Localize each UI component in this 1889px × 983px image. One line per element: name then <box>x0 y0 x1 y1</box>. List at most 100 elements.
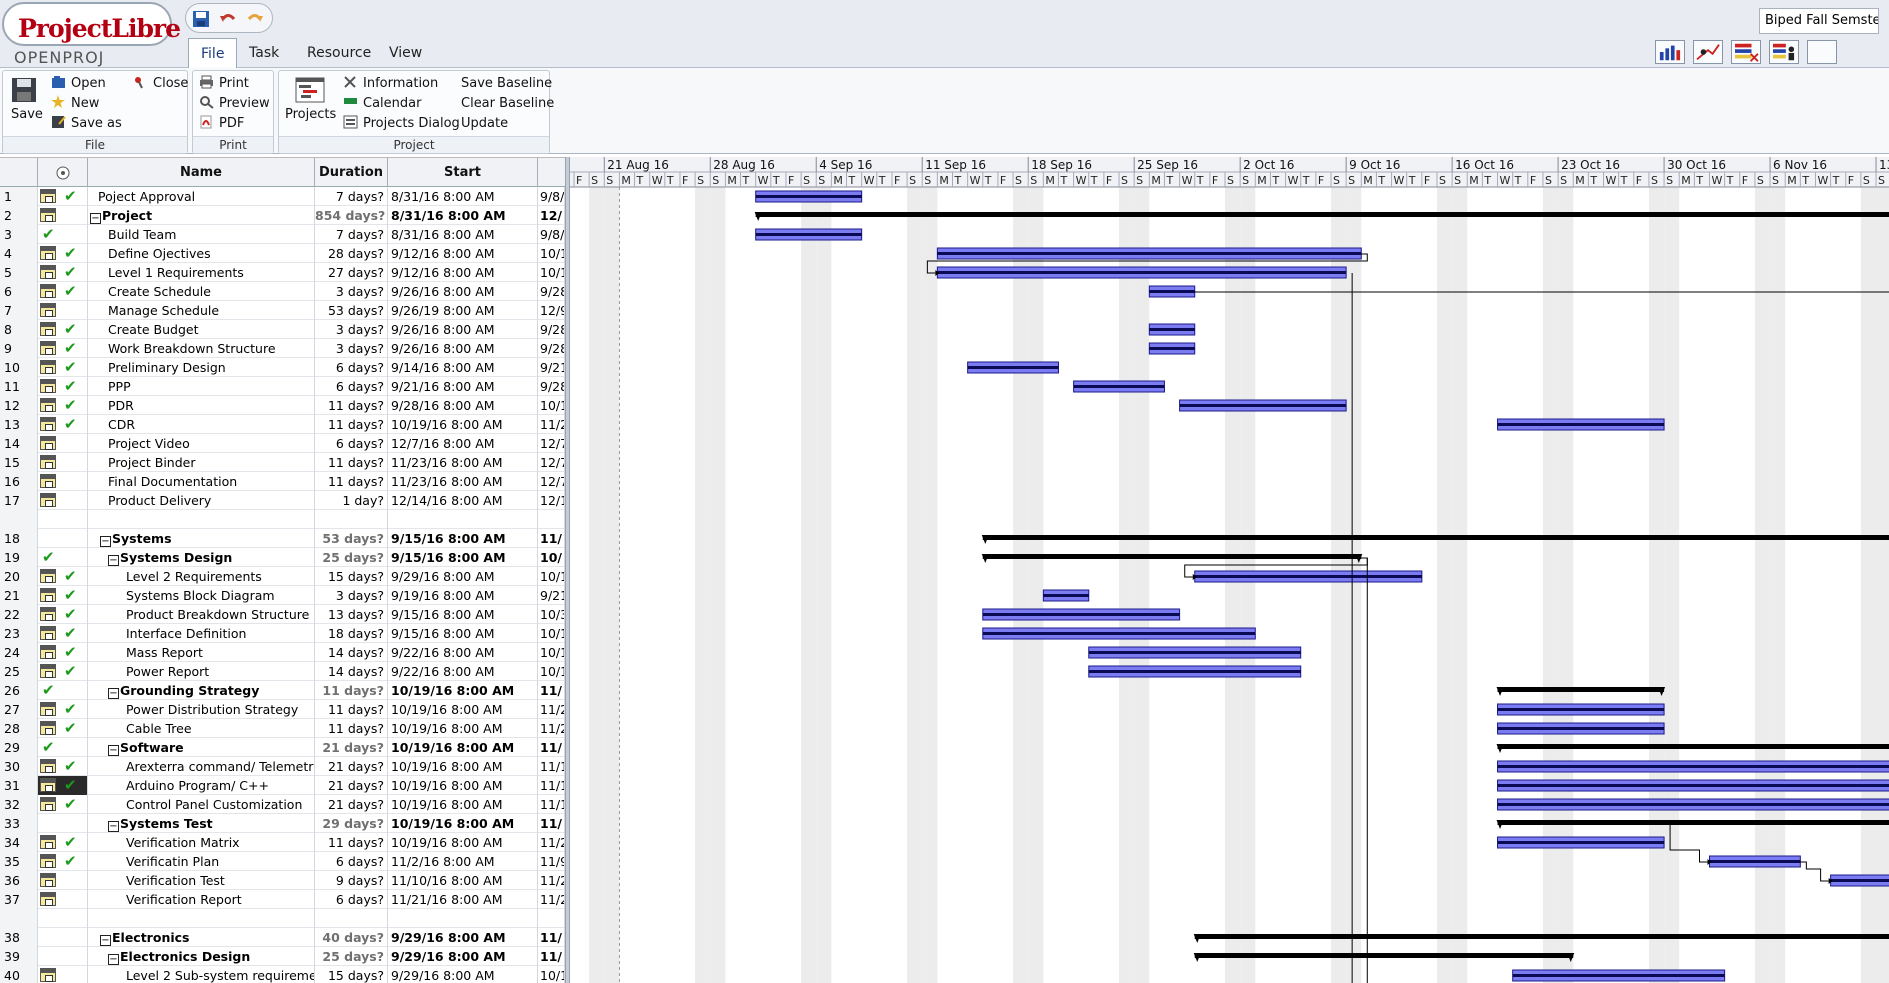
task-row[interactable]: 29 ✔ − Software 21 days? 10/19/16 8:00 AM 11/ <box>0 738 565 757</box>
task-row[interactable]: 17 Product Delivery 1 day? 12/14/16 8:00 AM… <box>0 491 565 510</box>
row-number[interactable]: 25 <box>0 662 38 681</box>
task-duration[interactable]: 11 days? <box>315 396 388 415</box>
task-name[interactable]: Level 2 Requirements <box>88 567 315 586</box>
task-row[interactable]: 3 ✔ Build Team 7 days? 8/31/16 8:00 AM 9/8/ <box>0 225 565 244</box>
task-duration[interactable]: 13 days? <box>315 605 388 624</box>
header-finish[interactable] <box>538 158 565 188</box>
task-finish[interactable]: 11/ <box>538 529 565 548</box>
row-number[interactable]: 28 <box>0 719 38 738</box>
task-row[interactable]: 1 ✔ Poject Approval 7 days? 8/31/16 8:00 AM 9… <box>0 187 565 206</box>
row-number[interactable]: 26 <box>0 681 38 700</box>
row-number[interactable]: 1 <box>0 187 38 206</box>
task-start[interactable]: 11/2/16 8:00 AM <box>388 852 538 871</box>
task-row[interactable]: 40 Level 2 Sub-system requirement 15 days?… <box>0 966 565 983</box>
task-name[interactable]: − Systems Design <box>88 548 315 567</box>
task-name[interactable]: Poject Approval <box>88 187 315 206</box>
task-row[interactable]: 32 ✔ Control Panel Customization 21 days? 10… <box>0 795 565 814</box>
charts-view-icon[interactable] <box>1693 40 1723 64</box>
task-row[interactable]: 8 ✔ Create Budget 3 days? 9/26/16 8:00 AM 9/2… <box>0 320 565 339</box>
resource-usage-view-icon[interactable] <box>1769 40 1799 64</box>
task-row[interactable]: 13 ✔ CDR 11 days?10/19/16 8:00 AM11/2 <box>0 415 565 434</box>
task-finish[interactable]: 9/8/ <box>538 187 565 206</box>
task-start[interactable]: 11/23/16 8:00 AM <box>388 472 538 491</box>
task-name[interactable]: Work Breakdown Structure <box>88 339 315 358</box>
pdf-button[interactable]: PDF <box>199 114 244 134</box>
task-finish[interactable]: 11/2 <box>538 871 565 890</box>
task-duration[interactable]: 7 days? <box>315 187 388 206</box>
task-duration[interactable]: 28 days? <box>315 244 388 263</box>
task-start[interactable]: 10/19/16 8:00 AM <box>388 415 538 434</box>
task-name[interactable]: Verification Report <box>88 890 315 909</box>
task-name[interactable]: Verification Matrix <box>88 833 315 852</box>
task-finish[interactable]: 10/1 <box>538 966 565 983</box>
save-button[interactable]: Save <box>7 75 43 123</box>
row-number[interactable]: 9 <box>0 339 38 358</box>
row-number[interactable]: 33 <box>0 814 38 833</box>
task-start[interactable]: 9/15/16 8:00 AM <box>388 605 538 624</box>
task-name[interactable]: PPP <box>88 377 315 396</box>
task-finish[interactable]: 11/2 <box>538 415 565 434</box>
task-duration[interactable]: 11 days? <box>315 453 388 472</box>
task-start[interactable] <box>388 909 538 928</box>
task-finish[interactable]: 9/21 <box>538 358 565 377</box>
task-start[interactable]: 9/14/16 8:00 AM <box>388 358 538 377</box>
row-number[interactable]: 21 <box>0 586 38 605</box>
task-finish[interactable]: 11/2 <box>538 700 565 719</box>
task-finish[interactable]: 11/ <box>538 814 565 833</box>
task-start[interactable]: 12/7/16 8:00 AM <box>388 434 538 453</box>
tab-file[interactable]: File <box>188 38 238 68</box>
task-finish[interactable]: 11/ <box>538 738 565 757</box>
task-name[interactable]: Cable Tree <box>88 719 315 738</box>
no-sub-view-icon[interactable] <box>1807 40 1837 64</box>
row-number[interactable]: 5 <box>0 263 38 282</box>
task-name[interactable]: Power Report <box>88 662 315 681</box>
task-start[interactable]: 9/21/16 8:00 AM <box>388 377 538 396</box>
task-start[interactable] <box>388 510 538 529</box>
task-name[interactable]: Project Binder <box>88 453 315 472</box>
task-start[interactable]: 9/29/16 8:00 AM <box>388 567 538 586</box>
tab-view[interactable]: View <box>377 38 434 68</box>
task-usage-view-icon[interactable] <box>1731 40 1761 64</box>
task-duration[interactable]: 29 days? <box>315 814 388 833</box>
task-start[interactable]: 9/26/19 8:00 AM <box>388 301 538 320</box>
task-duration[interactable]: 3 days? <box>315 320 388 339</box>
task-row[interactable]: 18− Systems 53 days? 9/15/16 8:00 AM 11/ <box>0 529 565 548</box>
row-number[interactable]: 17 <box>0 491 38 510</box>
row-number[interactable]: 32 <box>0 795 38 814</box>
row-number[interactable]: 3 <box>0 225 38 244</box>
row-number[interactable]: 18 <box>0 529 38 548</box>
row-number[interactable] <box>0 909 38 928</box>
task-finish[interactable]: 9/21 <box>538 586 565 605</box>
task-row[interactable]: 37 Verification Report 6 days? 11/21/16 8:0… <box>0 890 565 909</box>
blank-row[interactable] <box>0 909 565 928</box>
task-duration[interactable]: 18 days? <box>315 624 388 643</box>
tab-task[interactable]: Task <box>237 38 291 68</box>
save-icon[interactable] <box>192 10 210 28</box>
task-duration[interactable]: 9 days? <box>315 871 388 890</box>
task-finish[interactable]: 9/28 <box>538 377 565 396</box>
task-name[interactable]: Control Panel Customization <box>88 795 315 814</box>
row-number[interactable]: 2 <box>0 206 38 225</box>
header-duration[interactable]: Duration <box>315 158 388 188</box>
task-start[interactable]: 9/22/16 8:00 AM <box>388 662 538 681</box>
undo-icon[interactable] <box>219 10 237 28</box>
task-row[interactable]: 22 ✔ Product Breakdown Structure 13 days? 9/… <box>0 605 565 624</box>
task-row[interactable]: 31 ✔ Arduino Program/ C++ 21 days? 10/19/16 … <box>0 776 565 795</box>
save-baseline-button[interactable]: Save Baseline <box>461 74 552 94</box>
collapse-toggle-icon[interactable]: − <box>108 555 119 566</box>
task-duration[interactable]: 21 days? <box>315 795 388 814</box>
task-duration[interactable]: 14 days? <box>315 643 388 662</box>
task-duration[interactable]: 25 days? <box>315 548 388 567</box>
collapse-toggle-icon[interactable]: − <box>108 745 119 756</box>
task-duration[interactable]: 6 days? <box>315 434 388 453</box>
task-finish[interactable]: 11/ <box>538 928 565 947</box>
task-row[interactable]: 10 ✔ Preliminary Design 6 days? 9/14/16 8:00… <box>0 358 565 377</box>
projects-dialog-button[interactable]: Projects Dialog <box>343 114 460 134</box>
task-finish[interactable]: 9/28 <box>538 282 565 301</box>
task-row[interactable]: 7 Manage Schedule 53 days? 9/26/19 8:00 AM 1… <box>0 301 565 320</box>
row-number[interactable]: 11 <box>0 377 38 396</box>
task-finish[interactable]: 11/ <box>538 947 565 966</box>
row-number[interactable]: 20 <box>0 567 38 586</box>
task-row[interactable]: 5 ✔ Level 1 Requirements 27 days? 9/12/16 8:… <box>0 263 565 282</box>
task-name[interactable]: Manage Schedule <box>88 301 315 320</box>
